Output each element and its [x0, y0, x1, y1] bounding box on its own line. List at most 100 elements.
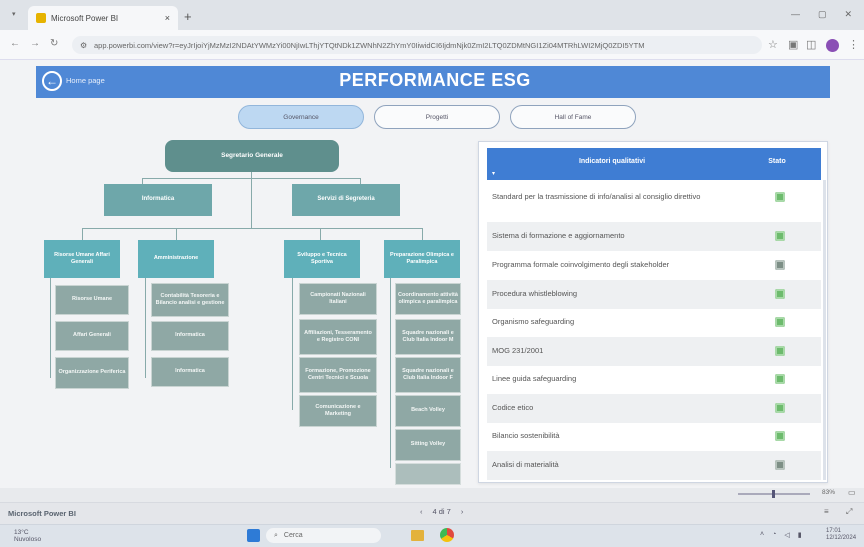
table-row[interactable]: Analisi di materialità [487, 451, 821, 480]
extension-icon[interactable]: ▣ [788, 38, 798, 51]
org-node-coordinamento-olimpica[interactable]: Coordinamento attività olimpica e parali… [396, 284, 460, 314]
menu-icon[interactable]: ⋮ [848, 38, 859, 51]
back-icon[interactable]: ← [10, 38, 20, 49]
url-field[interactable]: app.powerbi.com/view?r=eyJrIjoiYjMzMzI2N… [72, 36, 762, 54]
org-node-squadre-nazionali-m[interactable]: Squadre nazionali e Club Italia Indoor M [396, 320, 460, 354]
tab-title: Microsoft Power BI [51, 13, 119, 23]
chrome-icon[interactable] [440, 528, 454, 542]
connector-line [82, 228, 83, 240]
org-node-comunicazione-marketing[interactable]: Comunicazione e Marketing [300, 396, 376, 426]
org-node-squadre-nazionali-f[interactable]: Squadre nazionali e Club Italia Indoor F [396, 358, 460, 392]
table-scrollbar[interactable] [823, 180, 826, 480]
table-row[interactable]: Organismo safeguarding [487, 308, 821, 337]
tab-governance[interactable]: Governance [238, 105, 364, 129]
connector-line [390, 278, 391, 468]
powerbi-brand[interactable]: Microsoft Power BI [8, 509, 76, 518]
tab-search-icon[interactable]: ▾ [12, 10, 16, 18]
table-row[interactable]: Linee guida safeguarding [487, 365, 821, 394]
minimize-icon[interactable]: — [791, 9, 800, 20]
profile-avatar[interactable] [826, 39, 839, 52]
next-page-button[interactable]: › [461, 507, 464, 516]
new-tab-button[interactable]: + [184, 9, 192, 24]
zoom-slider-handle[interactable] [772, 490, 775, 498]
org-node-beach-volley[interactable]: Beach Volley [396, 396, 460, 426]
system-clock[interactable]: 17:01 12/12/2024 [826, 528, 856, 542]
site-info-icon[interactable]: ⚙ [80, 41, 87, 50]
table-row[interactable]: Bilancio sostenibilità [487, 422, 821, 451]
windows-start-icon[interactable] [247, 529, 260, 542]
org-node-informatica[interactable]: Informatica [104, 184, 212, 216]
prev-page-button[interactable]: ‹ [420, 507, 423, 516]
org-node-extra[interactable] [396, 464, 460, 484]
sidepanel-icon[interactable]: ◫ [806, 38, 816, 51]
table-row[interactable]: Standard per la trasmissione di info/ana… [487, 180, 821, 214]
maximize-icon[interactable]: ▢ [818, 9, 827, 20]
home-page-link[interactable]: Home page [66, 76, 105, 85]
indicator-label: MOG 231/2001 [492, 346, 544, 355]
table-row[interactable]: Sistema di formazione e aggiornamento [487, 222, 821, 251]
org-node-sitting-volley[interactable]: Sitting Volley [396, 430, 460, 460]
column-header-indicatori[interactable]: Indicatori qualitativi [487, 158, 737, 165]
status-icon [775, 460, 785, 470]
close-window-icon[interactable]: ✕ [844, 9, 852, 20]
tab-hall-of-fame[interactable]: Hall of Fame [510, 105, 636, 129]
volume-icon[interactable]: ◁ [784, 531, 789, 539]
org-node-informatica-amm[interactable]: Informatica [152, 322, 228, 350]
org-node-preparazione-olimpica[interactable]: Preparazione Olimpica e Paralimpica [384, 240, 460, 278]
column-header-stato[interactable]: Stato [752, 158, 802, 165]
clock-time: 17:01 [826, 528, 842, 534]
indicator-label: Organismo safeguarding [492, 317, 575, 326]
table-row[interactable]: Programma formale coinvolgimento degli s… [487, 251, 821, 280]
bookmark-star-icon[interactable]: ☆ [768, 38, 778, 51]
status-icon [775, 317, 785, 327]
org-node-campionati-nazionali[interactable]: Campionati Nazionali Italiani [300, 284, 376, 314]
chevron-up-icon[interactable]: ˄ [760, 531, 764, 539]
org-node-affiliazioni[interactable]: Affiliazioni, Tesseramento e Registro CO… [300, 320, 376, 354]
org-node-segretario-generale[interactable]: Segretario Generale [165, 140, 339, 172]
org-node-contabilita[interactable]: Contabilità Tesoreria e Bilancio analisi… [152, 284, 228, 316]
reload-icon[interactable]: ↻ [50, 38, 58, 49]
taskbar-search[interactable]: ⌕ Cerca [266, 528, 381, 543]
status-icon [775, 431, 785, 441]
home-back-icon[interactable]: ← [42, 71, 62, 91]
org-node-risorse-umane[interactable]: Risorse Umane [56, 286, 128, 314]
indicator-label: Procedura whistleblowing [492, 289, 578, 298]
connector-line [251, 172, 252, 228]
org-node-servizi-segreteria[interactable]: Servizi di Segreteria [292, 184, 400, 216]
share-icon[interactable]: ≡ [824, 507, 829, 516]
org-node-organizzazione-periferica[interactable]: Organizzazione Periferica [56, 358, 128, 388]
org-node-formazione-promozione[interactable]: Formazione, Promozione Centri Tecnici e … [300, 358, 376, 392]
table-row[interactable]: Procedura whistleblowing [487, 280, 821, 309]
page-indicator: 4 di 7 [432, 507, 451, 516]
status-icon [775, 231, 785, 241]
powerbi-favicon-icon [36, 13, 46, 23]
org-node-amministrazione[interactable]: Amministrazione [138, 240, 214, 278]
indicator-label: Programma formale coinvolgimento degli s… [492, 260, 670, 269]
zoom-bar [0, 488, 864, 502]
indicator-label: Sistema di formazione e aggiornamento [492, 231, 625, 240]
weather-widget[interactable]: 13°C Nuvoloso [14, 529, 41, 543]
tab-progetti[interactable]: Progetti [374, 105, 500, 129]
file-explorer-icon[interactable] [411, 530, 424, 541]
fullscreen-icon[interactable]: ⤢ [846, 507, 852, 517]
clock-date: 12/12/2024 [826, 535, 857, 542]
org-node-sviluppo-tecnica-sportiva[interactable]: Sviluppo e Tecnica Sportiva [284, 240, 360, 278]
browser-tab[interactable]: Microsoft Power BI × [28, 6, 178, 30]
org-node-informatica-amm-2[interactable]: Informatica [152, 358, 228, 386]
page-title: PERFORMANCE ESG [339, 70, 531, 90]
table-row[interactable]: MOG 231/2001 [487, 337, 821, 366]
table-row[interactable]: Codice etico [487, 394, 821, 423]
battery-icon[interactable]: ▮ [798, 531, 802, 539]
sort-arrow-icon[interactable]: ▾ [492, 170, 495, 177]
connector-line [320, 228, 321, 240]
status-icon [775, 346, 785, 356]
org-node-affari-generali[interactable]: Affari Generali [56, 322, 128, 350]
fit-page-icon[interactable]: ▭ [848, 488, 856, 497]
connector-line [176, 228, 177, 240]
indicator-label: Codice etico [492, 403, 534, 412]
forward-icon[interactable]: → [30, 38, 40, 49]
connector-line [292, 278, 293, 410]
tab-close-icon[interactable]: × [165, 13, 170, 23]
org-node-risorse-umane-affari-generali[interactable]: Risorse Umane Affari Generali [44, 240, 120, 278]
wifi-icon[interactable]: ◔ [772, 531, 776, 539]
